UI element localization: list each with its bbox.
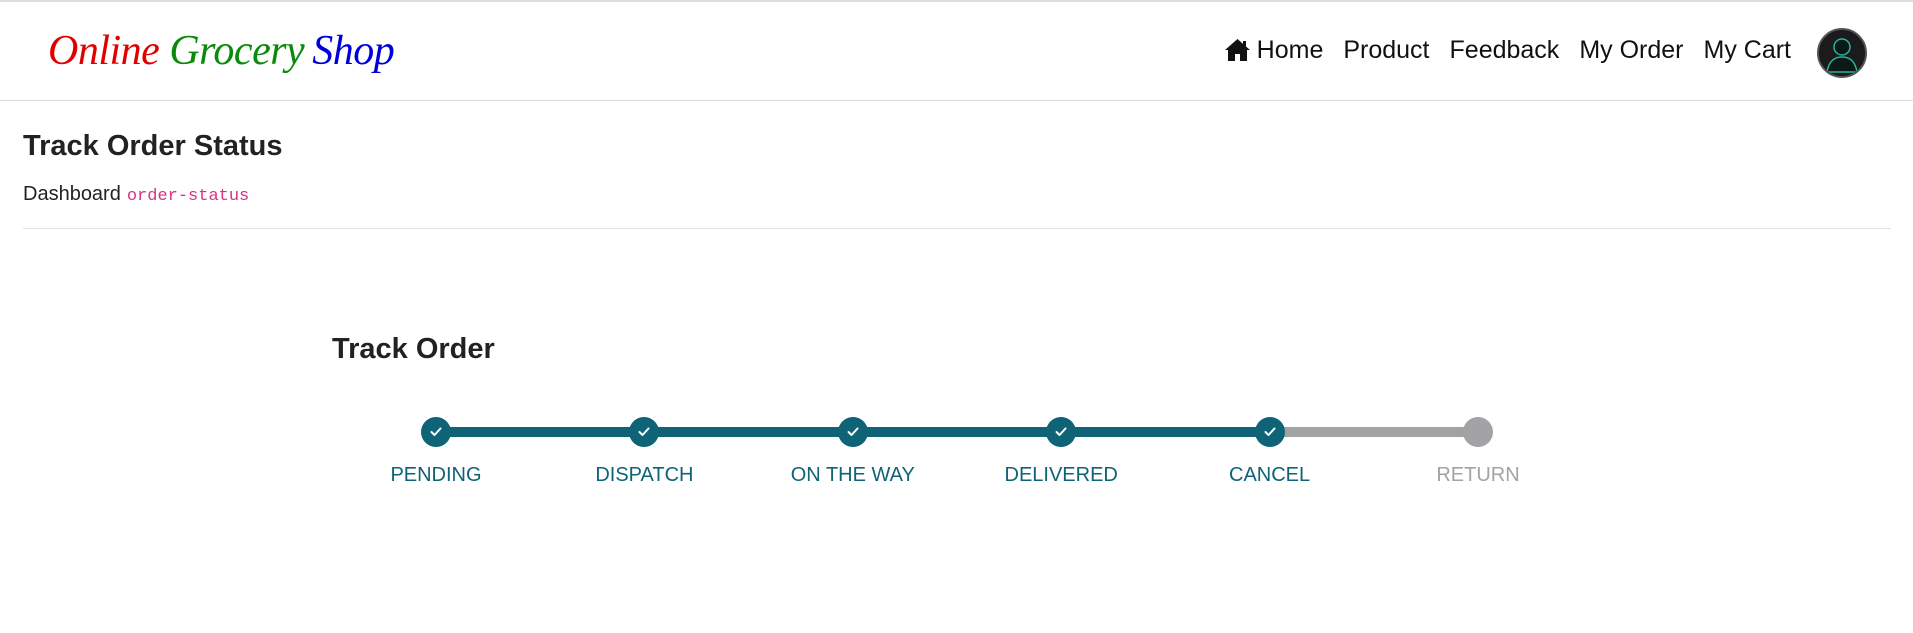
order-progress-tracker: PENDING DISPATCH ON THE WAY DELIVERED CANCEL… [0,0,1913,633]
step-dot-return [1463,417,1493,447]
progress-segment [852,427,1062,437]
step-dot-dispatch [629,417,660,447]
check-icon [847,427,859,436]
check-icon [430,427,442,436]
step-dot-pending [421,417,451,447]
step-label: CANCEL [1229,464,1311,486]
step-dot-on-the-way [837,417,868,447]
check-icon [1264,427,1276,436]
progress-segment [436,427,645,437]
step-label: ON THE WAY [790,464,915,486]
step-label: DELIVERED [1004,464,1118,486]
step-dot-delivered [1046,417,1077,447]
progress-segment [1269,427,1478,437]
step-label: DISPATCH [595,464,694,486]
check-icon [638,427,650,436]
progress-segment [644,427,853,437]
progress-segment [1061,427,1270,437]
step-dot-cancel [1254,417,1285,447]
check-icon [1055,427,1067,436]
step-label: PENDING [390,464,482,486]
step-label: RETURN [1436,464,1520,486]
